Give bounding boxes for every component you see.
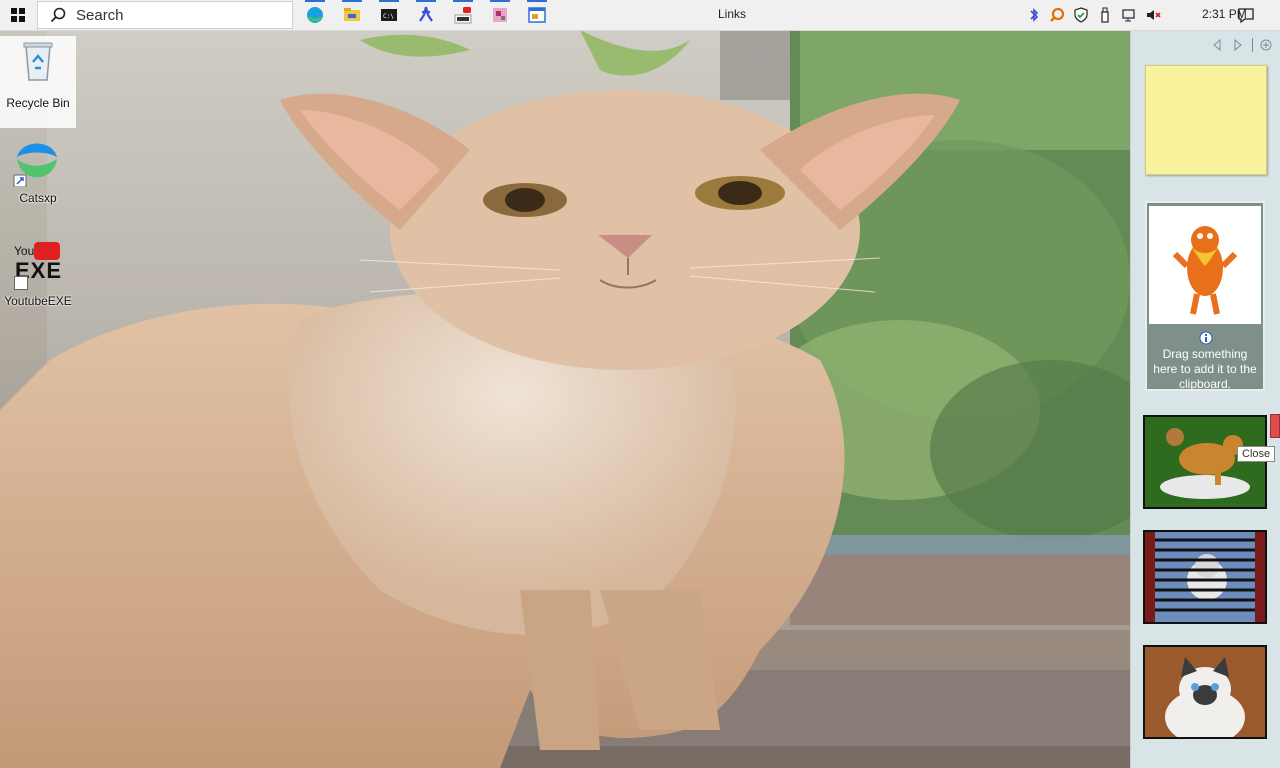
youtube-exe-small-icon [454, 7, 472, 24]
windows-sidebar: Drag something here to add it to the cli… [1130, 30, 1280, 768]
desktop-icon-label: Catsxp [19, 191, 57, 205]
cat-wallpaper-image [0, 30, 1130, 768]
slideshow-gadget[interactable] [1143, 415, 1267, 509]
sidebar-next-arrow-icon[interactable] [1232, 39, 1244, 51]
start-button[interactable] [0, 0, 36, 30]
lorax-image [1149, 206, 1261, 324]
clipboard-gadget[interactable]: Drag something here to add it to the cli… [1145, 201, 1265, 391]
desktop-icon-label: YoutubeEXE [4, 294, 72, 308]
sticky-note-gadget[interactable] [1145, 65, 1267, 175]
clipboard-hint-text: Drag something here to add it to the cli… [1153, 347, 1257, 391]
notification-center-icon[interactable] [1237, 6, 1255, 24]
sidebar-add-gadget-icon[interactable] [1260, 39, 1272, 51]
close-tooltip: Close [1237, 446, 1276, 462]
bengal-cat-photo [1145, 417, 1265, 507]
taskbar-app-pink[interactable] [488, 0, 512, 27]
search-orange-icon[interactable] [1049, 7, 1065, 23]
taskbar: C:\ Links [0, 0, 1280, 31]
picture-frame-gadget-2[interactable] [1143, 645, 1267, 739]
search-icon [50, 7, 66, 23]
security-shield-icon[interactable] [1073, 7, 1089, 23]
blue-figure-icon [419, 6, 433, 22]
taskbar-app-file-explorer[interactable] [340, 0, 364, 27]
youtube-exe-icon: You EXE [12, 242, 62, 292]
search-box[interactable] [37, 1, 293, 29]
app-window-icon [528, 7, 546, 23]
network-icon[interactable] [1121, 7, 1137, 23]
folder-icon [344, 8, 360, 21]
desktop-wallpaper[interactable]: Recycle Bin Catsxp You EXE YoutubeEXE [0, 30, 1130, 768]
command-prompt-icon: C:\ [381, 9, 397, 21]
sidebar-previous-arrow-icon[interactable] [1211, 39, 1223, 51]
cat-blinds-photo [1145, 532, 1265, 622]
edge-browser-icon [307, 7, 323, 23]
picture-frame-gadget-1[interactable] [1143, 530, 1267, 624]
usb-device-icon[interactable] [1097, 7, 1113, 23]
windows-logo-icon [11, 8, 25, 22]
desktop-icon-youtube-exe[interactable]: You EXE YoutubeEXE [0, 238, 76, 320]
siamese-cat-photo [1145, 647, 1265, 737]
desktop-icon-recycle-bin[interactable]: Recycle Bin [0, 36, 76, 128]
svg-text:C:\: C:\ [383, 13, 394, 20]
links-toolbar-label[interactable]: Links [718, 7, 746, 21]
gadget-close-button[interactable] [1270, 414, 1280, 438]
desktop-icon-catsxp[interactable]: Catsxp [0, 133, 76, 215]
info-icon [1199, 331, 1213, 345]
taskbar-app-edge[interactable] [303, 0, 327, 27]
bluetooth-icon[interactable] [1026, 7, 1042, 23]
desktop-icon-label: Recycle Bin [6, 96, 70, 110]
taskbar-app-youtube-exe[interactable] [451, 0, 475, 27]
taskbar-app-command-prompt[interactable]: C:\ [377, 0, 401, 27]
pink-app-icon [493, 8, 507, 22]
taskbar-app-figure[interactable] [414, 0, 438, 27]
catsxp-icon [13, 143, 57, 187]
search-input[interactable] [76, 5, 276, 25]
recycle-bin-icon [23, 42, 53, 81]
taskbar-app-window[interactable] [525, 0, 549, 27]
volume-muted-icon[interactable] [1145, 7, 1161, 23]
